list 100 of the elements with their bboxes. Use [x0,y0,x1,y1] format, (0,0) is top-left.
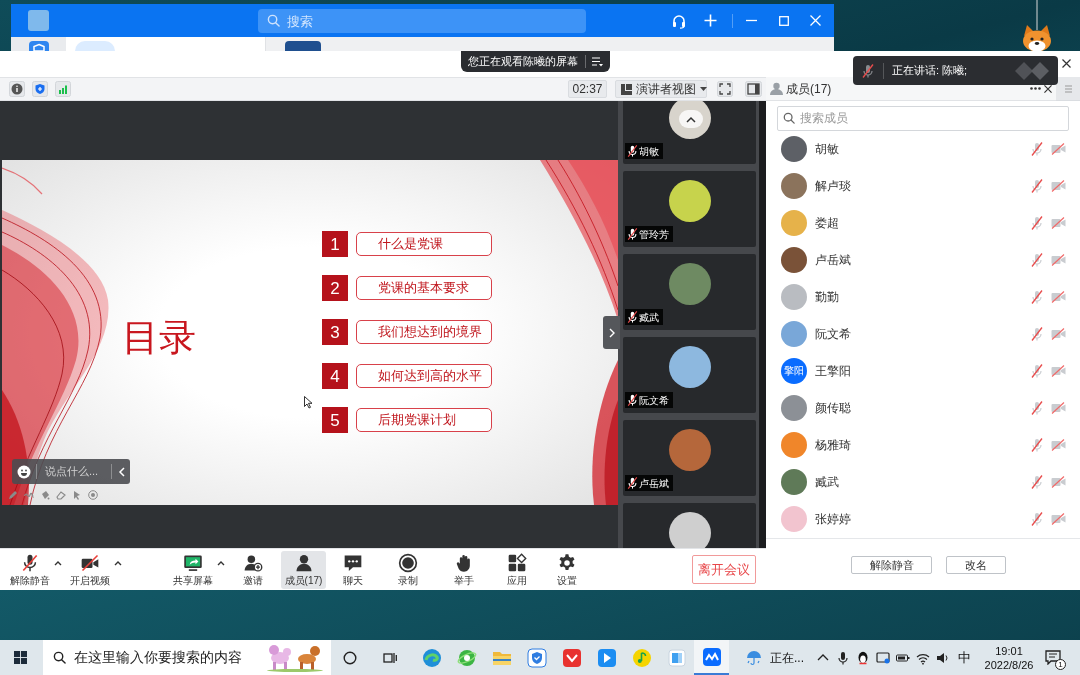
mic-muted-icon [862,63,874,78]
item-number: 3 [322,319,348,345]
leave-meeting-button[interactable]: 离开会议 [692,555,756,584]
eraser-icon[interactable] [56,490,66,500]
target-icon[interactable] [88,490,98,500]
mic-muted-icon[interactable] [1031,178,1043,193]
slide-title: 目录 [122,318,196,358]
notification-icon[interactable] [1045,649,1061,665]
task-view-icon[interactable] [383,650,397,665]
settings-icon [557,552,577,573]
toolbar-button[interactable]: 录制 [386,550,430,589]
more-icon[interactable] [1030,87,1041,90]
avatar-photo [668,512,711,548]
shield-icon[interactable] [32,81,48,97]
squiggle-icon[interactable] [24,490,34,500]
monitor-icon[interactable] [876,650,890,665]
mic-muted-icon [20,552,40,573]
pen-icon[interactable] [8,490,18,500]
avatar-photo [781,209,807,236]
mic-muted-icon[interactable] [1031,289,1043,304]
toolbar-button[interactable]: 聊天 [331,550,375,589]
view-mode-dropdown[interactable]: 演讲者视图 [615,80,707,98]
windows-logo-icon[interactable] [14,651,27,664]
participant-name: 管玲芳 [639,227,669,242]
camera-off-icon[interactable] [1051,253,1066,266]
chevron-tile-icon [561,647,582,668]
list-menu-icon[interactable] [592,56,603,67]
mic-muted-icon[interactable] [1031,437,1043,452]
mic-muted-icon[interactable] [1031,215,1043,230]
toolbar-button[interactable]: 邀请 [233,550,273,589]
member-search-field[interactable]: 搜索成员 [777,105,1069,131]
chevron-left-icon[interactable] [118,466,126,477]
panel-button[interactable]: 改名 [946,556,1006,574]
smile-icon[interactable] [17,464,31,479]
search-field[interactable]: 搜索 [258,9,586,33]
camera-off-icon[interactable] [1051,327,1066,340]
toolbar-button[interactable]: 举手 [442,550,486,589]
chat-input-field[interactable]: 说点什么... [45,463,111,480]
side-panel-icon[interactable] [745,81,762,97]
taskbar-app-button[interactable] [694,640,729,675]
avatar-photo [668,263,711,305]
member-name: 张婷婷 [815,510,851,528]
camera-off-icon[interactable] [1051,179,1066,192]
mic-muted-icon[interactable] [1031,363,1043,378]
item-number: 1 [322,231,348,257]
close-icon[interactable] [1062,59,1071,68]
umbrella-icon[interactable] [746,649,762,666]
mic-muted-icon[interactable] [1031,474,1043,489]
agenda-item: 后期党课计划 [356,408,492,432]
member-name: 臧武 [815,473,839,491]
clock-date[interactable]: 2022/8/26 [984,657,1034,672]
toolbar-button[interactable]: 共享屏幕 [171,550,215,589]
mic-muted-icon[interactable] [1031,326,1043,341]
toolbar-button[interactable]: 成员(17) [281,550,326,589]
weather-text[interactable]: 正在... [770,648,804,667]
fullscreen-icon[interactable] [717,81,733,97]
member-name: 杨雅琦 [815,436,851,454]
orbit-icon [456,647,477,668]
search-icon [53,651,66,664]
toolbar-button[interactable]: 设置 [545,550,589,589]
paint-bucket-icon[interactable] [40,490,50,500]
mic-muted-icon[interactable] [1031,400,1043,415]
camera-off-icon[interactable] [1051,364,1066,377]
mic-muted-icon[interactable] [1031,141,1043,156]
avatar-photo [781,320,807,347]
camera-off-icon[interactable] [1051,475,1066,488]
mic-muted-icon[interactable] [1031,511,1043,526]
camera-off-icon[interactable] [1051,142,1066,155]
circle-icon[interactable] [343,650,357,665]
chat-bar[interactable]: 说点什么... [12,459,130,484]
layout-icon [621,83,632,95]
maximize-icon[interactable] [779,15,789,26]
collapse-button[interactable] [603,316,620,349]
camera-off-icon[interactable] [1051,512,1066,525]
camera-off-icon[interactable] [1051,290,1066,303]
toolbar-button[interactable]: 解除静音 [8,550,52,589]
shield-app-icon[interactable] [28,41,49,51]
plus-icon[interactable] [704,14,717,27]
camera-off-icon[interactable] [1051,438,1066,451]
pointer-icon[interactable] [72,490,82,500]
close-icon[interactable] [1044,84,1052,93]
input-method-indicator[interactable]: 中 [958,647,971,668]
penguin-icon[interactable] [856,650,870,665]
taskbar-search-field[interactable]: 在这里输入你要搜索的内容 [43,640,331,675]
panel-button[interactable]: 解除静音 [851,556,932,574]
member-name: 卢岳斌 [815,251,851,269]
camera-off-icon[interactable] [1051,401,1066,414]
speaker-icon[interactable] [936,650,950,665]
camera-off-icon[interactable] [1051,216,1066,229]
toolbar-button[interactable]: 应用 [495,550,539,589]
headset-icon[interactable] [671,12,687,29]
info-icon[interactable] [9,81,25,97]
member-name: 胡敏 [815,140,839,158]
avatar-photo [781,394,807,421]
clock-time[interactable]: 19:01 [995,643,1023,658]
participant-name: 卢岳斌 [639,476,669,491]
mic-muted-icon[interactable] [1031,252,1043,267]
mic-icon[interactable] [836,650,850,665]
toolbar-button[interactable]: 开启视频 [68,550,112,589]
signal-icon[interactable] [55,81,71,97]
